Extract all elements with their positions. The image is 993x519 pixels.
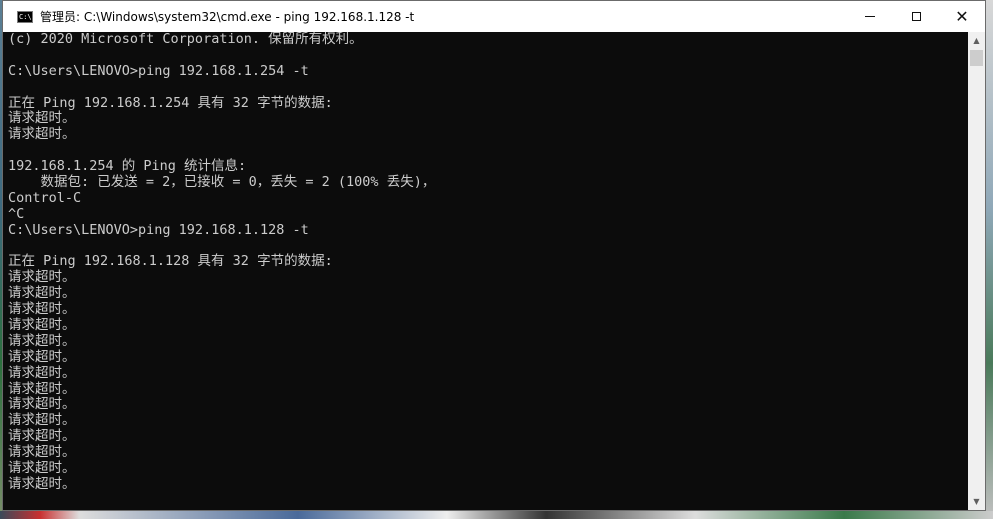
title-bar[interactable]: C:\ 管理员: C:\Windows\system32\cmd.exe - p… <box>3 1 985 32</box>
desktop-background-right <box>985 0 993 519</box>
minimize-button[interactable] <box>847 1 893 32</box>
scroll-down-arrow-icon[interactable]: ▼ <box>968 493 985 510</box>
maximize-icon <box>911 12 921 21</box>
console-line: 请求超时。 <box>8 269 76 286</box>
cmd-window: C:\ 管理员: C:\Windows\system32\cmd.exe - p… <box>2 0 986 511</box>
console-line: 数据包: 已发送 = 2，已接收 = 0，丢失 = 2 (100% 丢失)， <box>8 174 436 191</box>
console-line: Control-C <box>8 189 82 206</box>
console-line: 请求超时。 <box>8 475 76 492</box>
console-line: 请求超时。 <box>8 428 76 445</box>
maximize-button[interactable] <box>893 1 939 32</box>
console-line: 请求超时。 <box>8 285 76 302</box>
console-line: 请求超时。 <box>8 364 76 381</box>
console-line: (c) 2020 Microsoft Corporation. 保留所有权利。 <box>8 32 363 47</box>
minimize-icon <box>865 16 875 17</box>
window-title: 管理员: C:\Windows\system32\cmd.exe - ping … <box>40 10 415 24</box>
console-line: 请求超时。 <box>8 317 76 334</box>
scroll-up-arrow-icon[interactable]: ▲ <box>968 32 985 49</box>
console-line: 请求超时。 <box>8 126 76 143</box>
cmd-icon[interactable]: C:\ <box>17 10 33 23</box>
console-line: 请求超时。 <box>8 380 76 397</box>
console-line: 请求超时。 <box>8 412 76 429</box>
console-output[interactable]: (c) 2020 Microsoft Corporation. 保留所有权利。 C… <box>3 32 969 510</box>
console-line: 请求超时。 <box>8 396 76 413</box>
caption-buttons: ✕ <box>847 1 985 32</box>
console-line: 请求超时。 <box>8 348 76 365</box>
console-line: 正在 Ping 192.168.1.128 具有 32 字节的数据: <box>8 253 333 270</box>
console-line: 请求超时。 <box>8 110 76 127</box>
console-line: ^C <box>8 205 25 222</box>
console-line: 请求超时。 <box>8 301 76 318</box>
scrollbar-thumb[interactable] <box>970 50 983 66</box>
console-line: 请求超时。 <box>8 332 76 349</box>
console-line: 请求超时。 <box>8 460 76 477</box>
console-line: 192.168.1.254 的 Ping 统计信息: <box>8 158 247 175</box>
taskbar-strip <box>0 511 993 519</box>
console-lines: (c) 2020 Microsoft Corporation. 保留所有权利。 C… <box>3 32 969 493</box>
console-line: C:\Users\LENOVO>ping 192.168.1.128 -t <box>8 221 309 238</box>
close-button[interactable]: ✕ <box>939 1 985 32</box>
console-line: C:\Users\LENOVO>ping 192.168.1.254 -t <box>8 62 309 79</box>
close-icon: ✕ <box>955 6 969 26</box>
console-line: 请求超时。 <box>8 444 76 461</box>
console-line: 正在 Ping 192.168.1.254 具有 32 字节的数据: <box>8 94 333 111</box>
vertical-scrollbar[interactable]: ▲ ▼ <box>968 32 985 510</box>
